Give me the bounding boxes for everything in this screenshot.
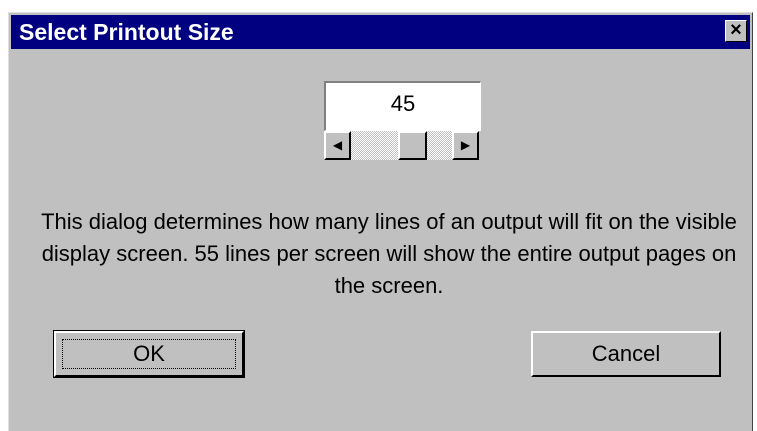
scroll-left-button[interactable]: ◀	[324, 131, 351, 160]
scroll-thumb[interactable]	[398, 131, 427, 160]
select-printout-size-dialog: Select Printout Size × 45 ◀ ▶ This dialo…	[8, 12, 753, 431]
scroll-left-arrow-icon: ◀	[332, 138, 343, 152]
scroll-right-arrow-icon: ▶	[460, 138, 471, 152]
cancel-button[interactable]: Cancel	[531, 331, 721, 377]
cancel-button-label: Cancel	[591, 341, 661, 366]
description-text: This dialog determines how many lines of…	[41, 209, 737, 298]
title-bar: Select Printout Size ×	[11, 15, 750, 49]
lines-scrollbar[interactable]: ◀ ▶	[324, 131, 479, 160]
ok-button-label: OK	[133, 341, 165, 366]
close-icon: ×	[730, 19, 742, 41]
dialog-title: Select Printout Size	[19, 19, 234, 45]
scroll-right-button[interactable]: ▶	[452, 131, 479, 160]
lines-value-field[interactable]: 45	[324, 81, 481, 131]
close-button[interactable]: ×	[725, 20, 747, 42]
ok-button[interactable]: OK	[53, 330, 245, 378]
